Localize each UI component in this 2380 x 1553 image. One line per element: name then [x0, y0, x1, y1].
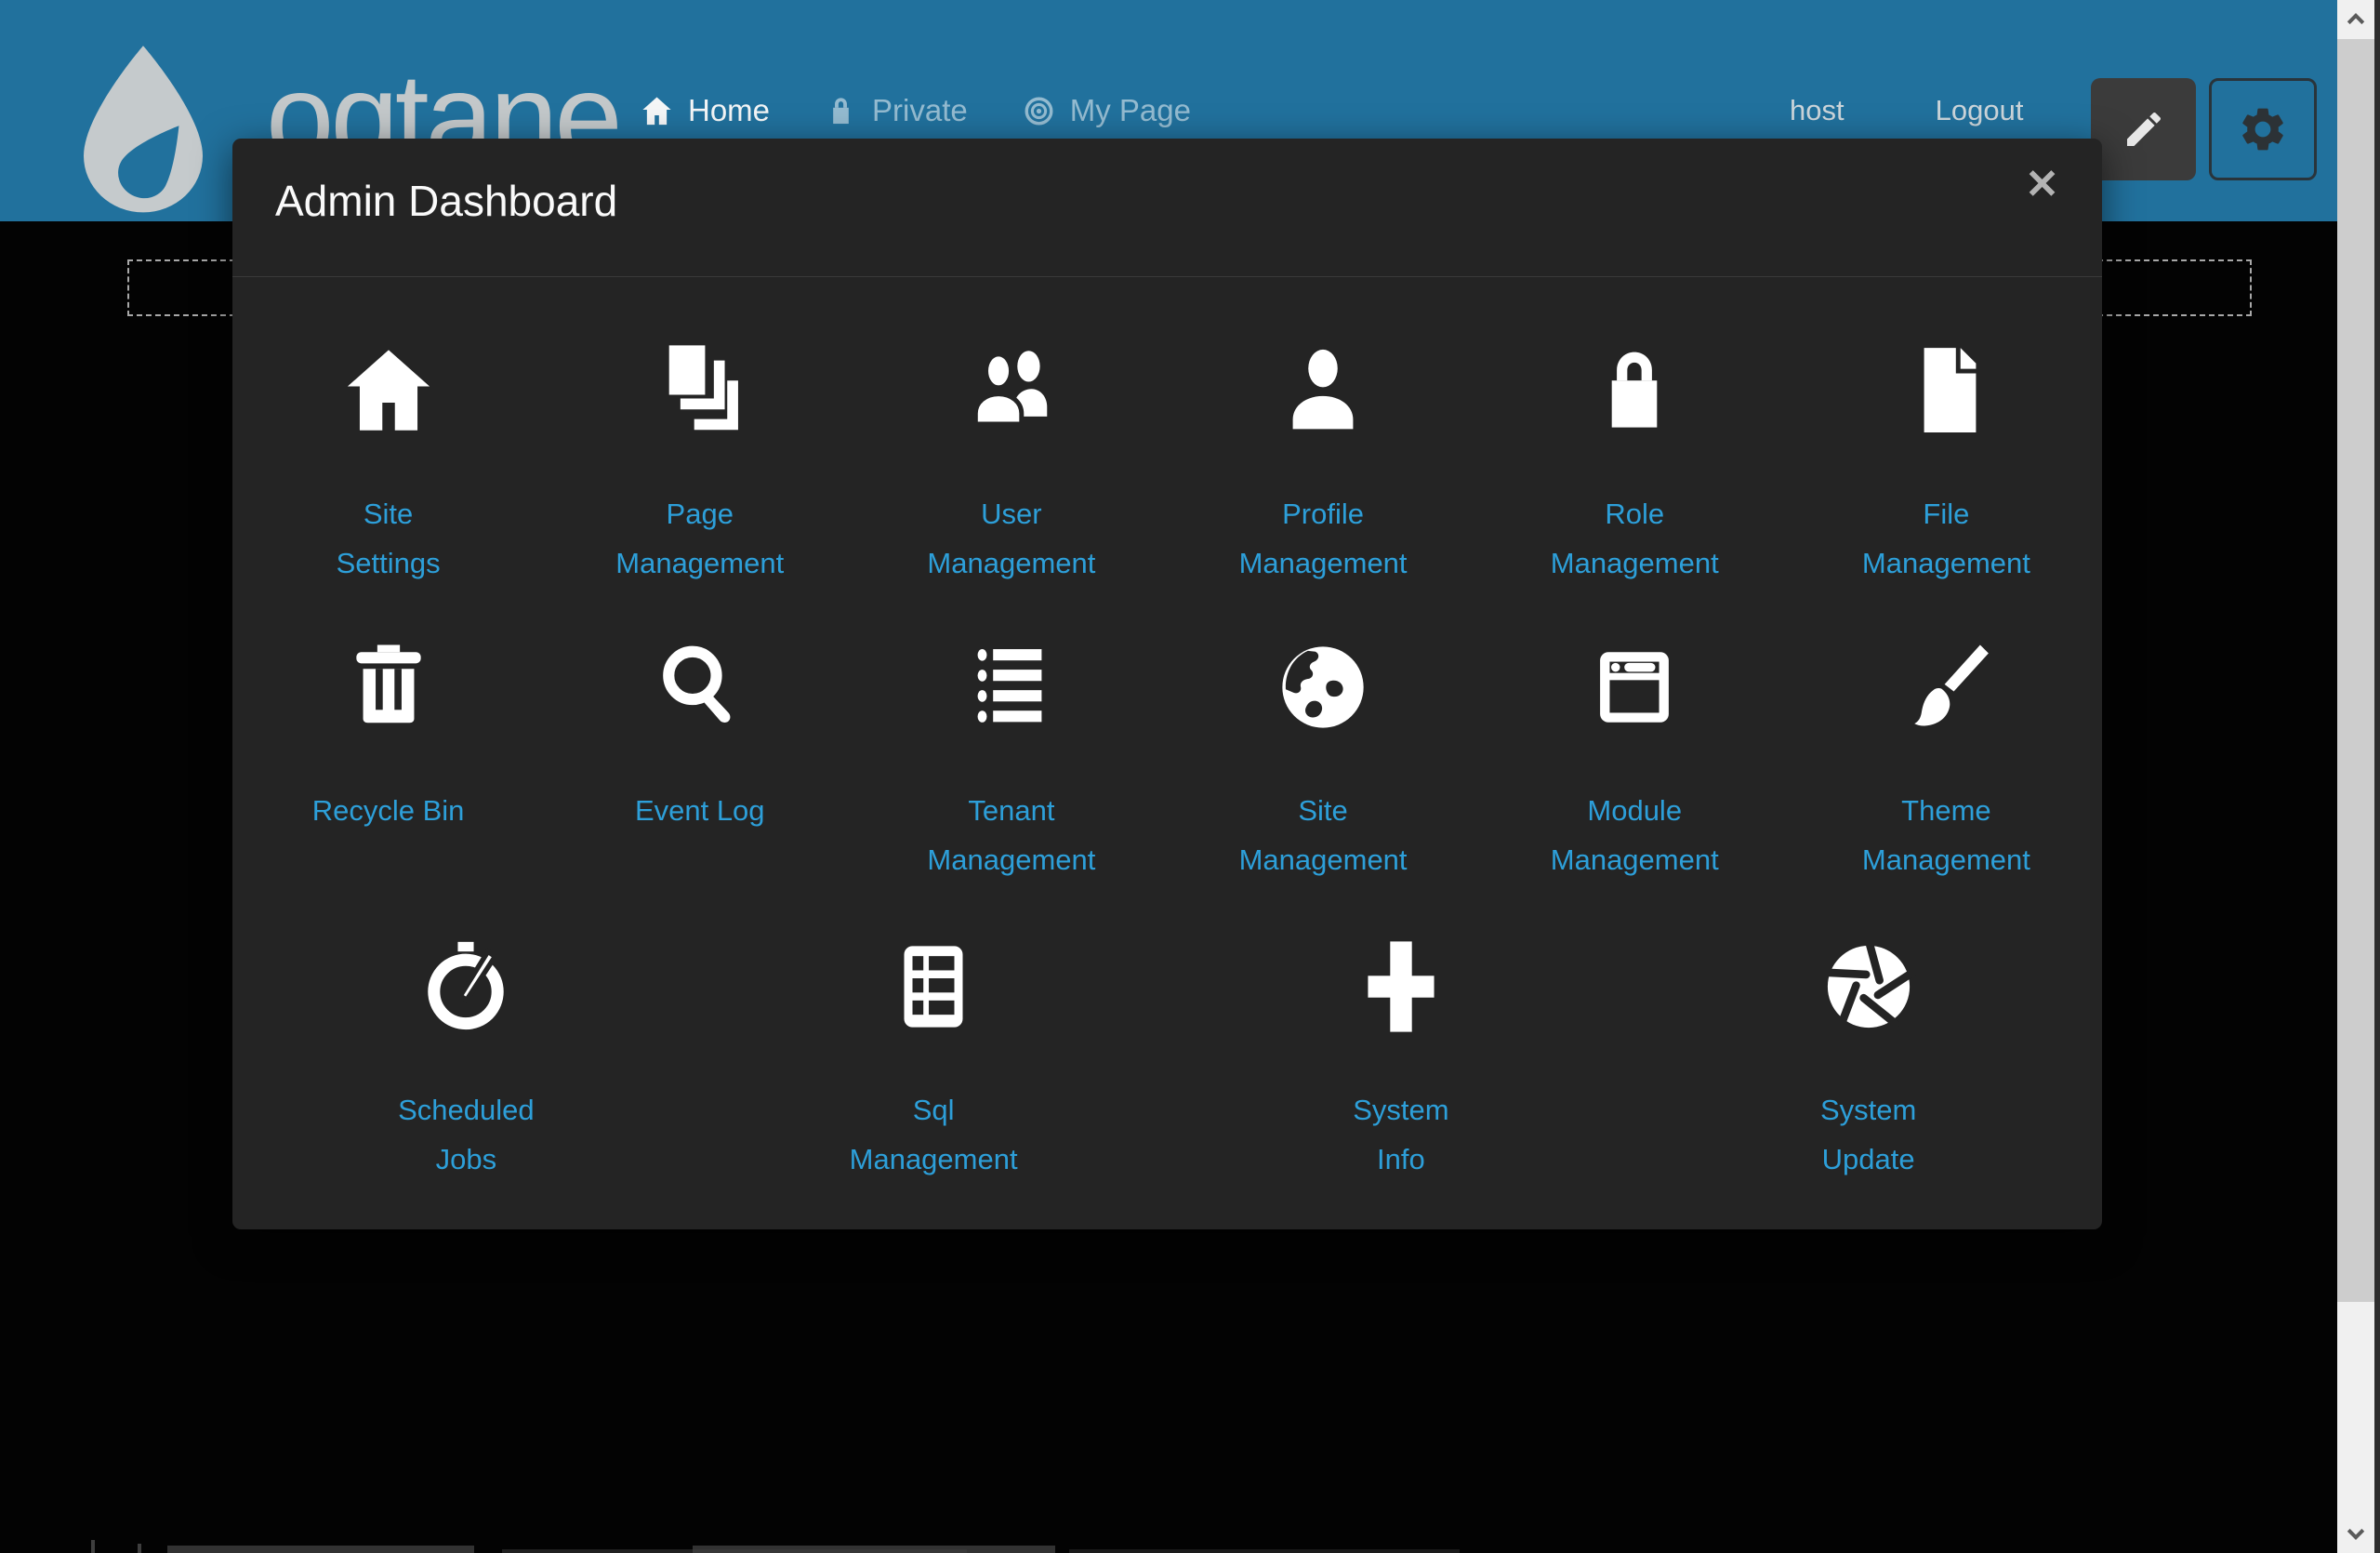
admin-tile-site-settings[interactable]: SiteSettings — [232, 340, 544, 588]
admin-tile-profile-management[interactable]: ProfileManagement — [1167, 340, 1478, 588]
admin-tile-user-management[interactable]: UserManagement — [855, 340, 1167, 588]
brush-icon — [1896, 637, 1996, 737]
globe-icon — [1273, 637, 1373, 737]
tile-label: ThemeManagement — [1862, 786, 2030, 884]
modal-header: Admin Dashboard ✕ — [232, 139, 2102, 277]
oqtane-droplet-icon — [65, 43, 221, 214]
aperture-icon — [1818, 936, 1919, 1037]
admin-tile-system-update[interactable]: SystemUpdate — [1634, 936, 2102, 1184]
modal-title: Admin Dashboard — [275, 176, 617, 226]
nav-item-private[interactable]: Private — [824, 93, 968, 128]
tile-label: PageManagement — [615, 489, 784, 588]
timer-icon — [416, 936, 516, 1037]
nav-item-label: My Page — [1070, 93, 1191, 128]
trash-icon — [338, 637, 439, 737]
search-icon — [650, 637, 750, 737]
home-icon — [640, 94, 674, 128]
admin-tile-site-management[interactable]: SiteManagement — [1167, 637, 1478, 884]
scrollbar-thumb[interactable] — [2337, 39, 2374, 1302]
file-icon — [1896, 340, 1996, 441]
lock-icon — [1584, 340, 1685, 441]
admin-tile-sql-management[interactable]: SqlManagement — [700, 936, 1168, 1184]
home-icon — [338, 340, 439, 441]
admin-tile-system-info[interactable]: SystemInfo — [1168, 936, 1635, 1184]
tile-label: SystemUpdate — [1820, 1085, 1916, 1184]
tile-label: SqlManagement — [850, 1085, 1018, 1184]
tile-label: TenantManagement — [927, 786, 1095, 884]
admin-tile-scheduled-jobs[interactable]: ScheduledJobs — [232, 936, 700, 1184]
tile-row: SiteSettings PageManagement UserManageme… — [232, 340, 2102, 588]
admin-tile-page-management[interactable]: PageManagement — [544, 340, 855, 588]
chevron-up-icon — [2344, 7, 2368, 31]
admin-tile-role-management[interactable]: RoleManagement — [1479, 340, 1791, 588]
lock-icon — [824, 94, 858, 128]
nav-item-label: Private — [872, 93, 968, 128]
target-icon — [1022, 94, 1056, 128]
close-icon[interactable]: ✕ — [2025, 165, 2059, 206]
tile-label: SiteManagement — [1239, 786, 1408, 884]
admin-tile-recycle-bin[interactable]: Recycle Bin — [232, 637, 544, 884]
tile-label: Event Log — [635, 786, 765, 835]
vertical-scrollbar[interactable] — [2337, 0, 2374, 1553]
admin-tile-tenant-management[interactable]: TenantManagement — [855, 637, 1167, 884]
tile-label: ScheduledJobs — [398, 1085, 535, 1184]
tile-label: UserManagement — [927, 489, 1095, 588]
nav-item-label: Home — [688, 93, 770, 128]
nav-item-home[interactable]: Home — [640, 93, 770, 128]
person-icon — [1273, 340, 1373, 441]
window-edge — [2374, 0, 2380, 1553]
nav-item-my-page[interactable]: My Page — [1022, 93, 1191, 128]
username-link[interactable]: host — [1790, 94, 1844, 127]
logout-link[interactable]: Logout — [1936, 94, 2024, 127]
tile-label: SiteSettings — [337, 489, 441, 588]
scroll-up-button[interactable] — [2337, 0, 2374, 37]
browser-icon — [1584, 637, 1685, 737]
tile-label: Recycle Bin — [312, 786, 465, 835]
tile-label: RoleManagement — [1551, 489, 1719, 588]
layers-icon — [650, 340, 750, 441]
tile-label: FileManagement — [1862, 489, 2030, 588]
pencil-icon — [2122, 107, 2166, 152]
scroll-down-button[interactable] — [2337, 1516, 2374, 1553]
tile-label: SystemInfo — [1353, 1085, 1448, 1184]
gear-icon — [2237, 103, 2289, 155]
admin-tile-file-management[interactable]: FileManagement — [1791, 340, 2102, 588]
list-icon — [961, 637, 1062, 737]
admin-tile-module-management[interactable]: ModuleManagement — [1479, 637, 1791, 884]
people-icon — [961, 340, 1062, 441]
edit-mode-button[interactable] — [2091, 78, 2196, 180]
admin-tile-event-log[interactable]: Event Log — [544, 637, 855, 884]
plus-icon — [1351, 936, 1451, 1037]
tile-label: ModuleManagement — [1551, 786, 1719, 884]
tile-row: ScheduledJobs SqlManagement SystemInfo S… — [232, 936, 2102, 1184]
tile-row: Recycle Bin Event Log TenantManagement S… — [232, 637, 2102, 884]
tile-label: ProfileManagement — [1239, 489, 1408, 588]
chevron-down-icon — [2344, 1522, 2368, 1546]
admin-dashboard-modal: Admin Dashboard ✕ SiteSettings PageManag… — [232, 139, 2102, 1229]
admin-tile-theme-management[interactable]: ThemeManagement — [1791, 637, 2102, 884]
spreadsheet-icon — [883, 936, 984, 1037]
page-settings-button[interactable] — [2209, 78, 2317, 180]
